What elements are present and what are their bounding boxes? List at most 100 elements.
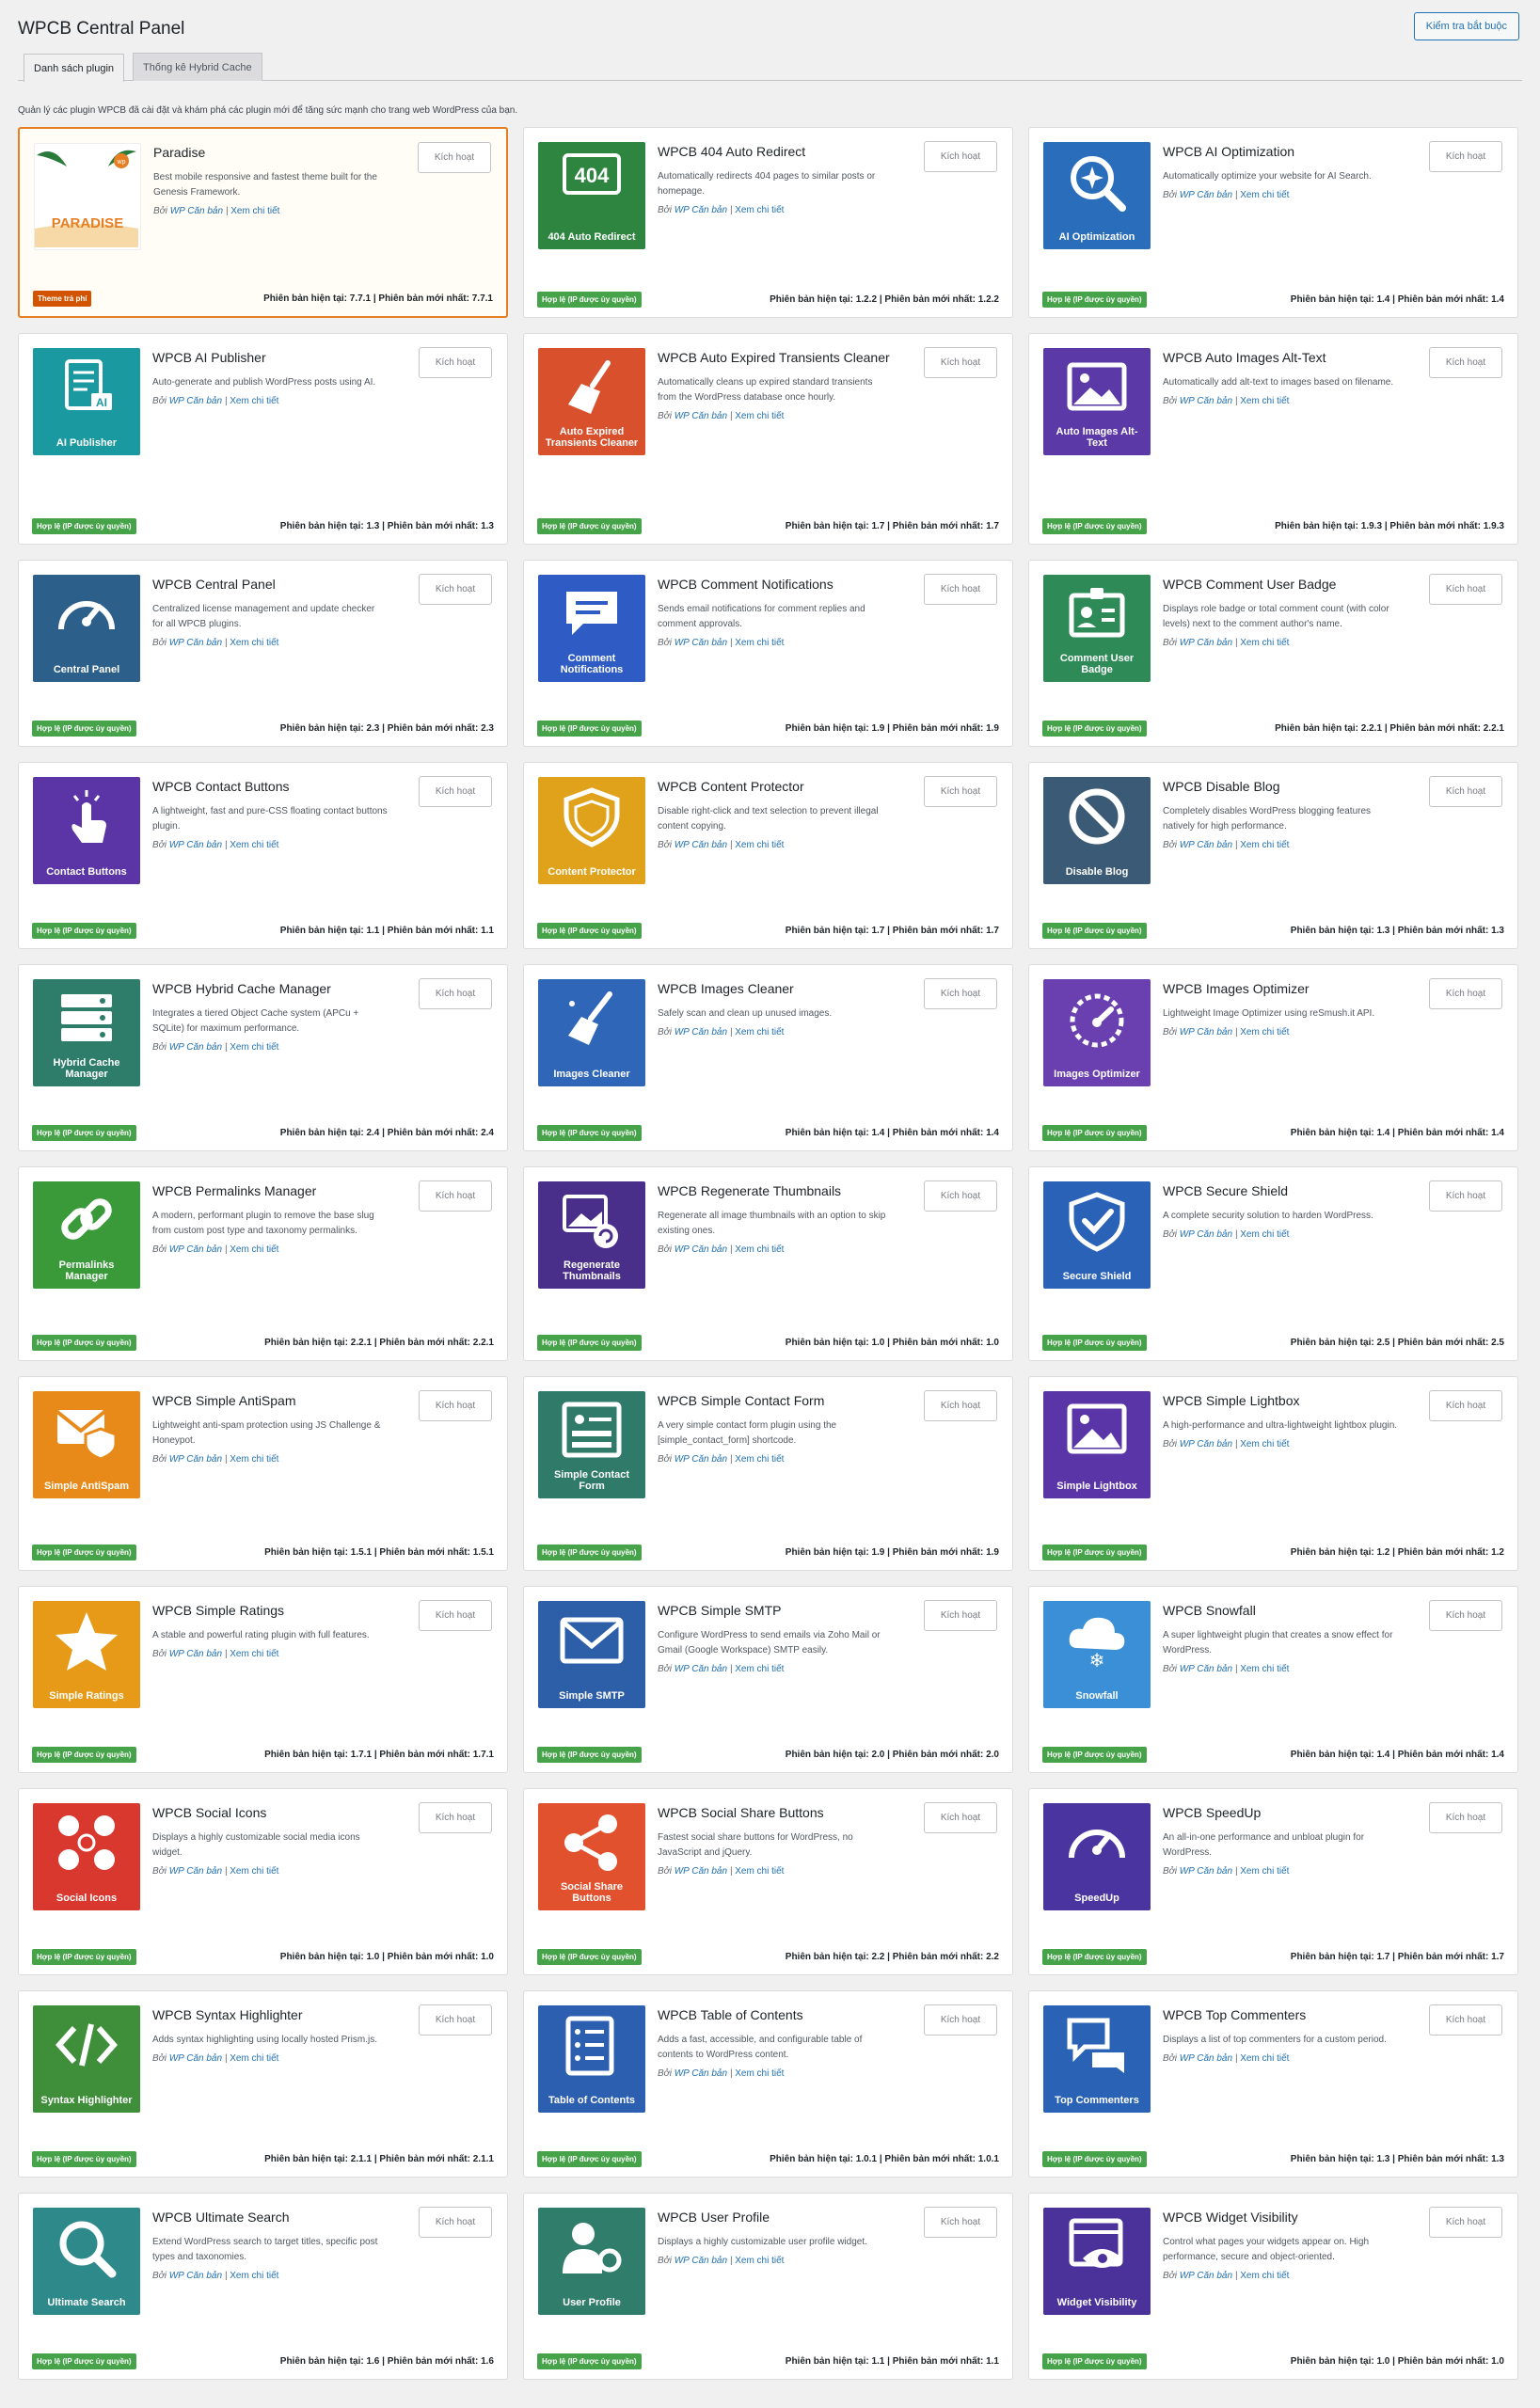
details-link[interactable]: Xem chi tiết	[230, 396, 278, 406]
author-link[interactable]: WP Căn bản	[1180, 396, 1232, 406]
author-link[interactable]: WP Căn bản	[675, 638, 727, 648]
details-link[interactable]: Xem chi tiết	[735, 840, 784, 850]
author-link[interactable]: WP Căn bản	[1180, 1664, 1232, 1674]
activate-button[interactable]: Kích hoạt	[1429, 2207, 1502, 2238]
activate-button[interactable]: Kích hoạt	[419, 2207, 492, 2238]
activate-button[interactable]: Kích hoạt	[1429, 141, 1502, 172]
activate-button[interactable]: Kích hoạt	[419, 1600, 492, 1631]
details-link[interactable]: Xem chi tiết	[1240, 1229, 1289, 1240]
activate-button[interactable]: Kích hoạt	[1429, 347, 1502, 378]
activate-button[interactable]: Kích hoạt	[1429, 1802, 1502, 1833]
author-link[interactable]: WP Căn bản	[169, 2053, 222, 2064]
activate-button[interactable]: Kích hoạt	[924, 2004, 997, 2036]
author-link[interactable]: WP Căn bản	[1180, 190, 1232, 200]
activate-button[interactable]: Kích hoạt	[924, 141, 997, 172]
details-link[interactable]: Xem chi tiết	[735, 1866, 784, 1877]
author-link[interactable]: WP Căn bản	[675, 205, 727, 215]
activate-button[interactable]: Kích hoạt	[1429, 1600, 1502, 1631]
author-link[interactable]: WP Căn bản	[169, 2271, 222, 2281]
author-link[interactable]: WP Căn bản	[675, 1244, 727, 1255]
activate-button[interactable]: Kích hoạt	[924, 776, 997, 807]
activate-button[interactable]: Kích hoạt	[419, 1390, 492, 1421]
author-link[interactable]: WP Căn bản	[169, 1042, 222, 1053]
author-link[interactable]: WP Căn bản	[1180, 2271, 1232, 2281]
details-link[interactable]: Xem chi tiết	[735, 2256, 784, 2266]
activate-button[interactable]: Kích hoạt	[1429, 1390, 1502, 1421]
activate-button[interactable]: Kích hoạt	[418, 142, 491, 173]
activate-button[interactable]: Kích hoạt	[924, 1180, 997, 1212]
author-link[interactable]: WP Căn bản	[675, 840, 727, 850]
activate-button[interactable]: Kích hoạt	[924, 347, 997, 378]
activate-button[interactable]: Kích hoạt	[924, 2207, 997, 2238]
details-link[interactable]: Xem chi tiết	[1240, 840, 1289, 850]
author-link[interactable]: WP Căn bản	[675, 2256, 727, 2266]
details-link[interactable]: Xem chi tiết	[230, 638, 278, 648]
author-link[interactable]: WP Căn bản	[1180, 1439, 1232, 1450]
details-link[interactable]: Xem chi tiết	[230, 206, 279, 216]
details-link[interactable]: Xem chi tiết	[230, 1244, 278, 1255]
details-link[interactable]: Xem chi tiết	[735, 205, 784, 215]
details-link[interactable]: Xem chi tiết	[1240, 2053, 1289, 2064]
author-link[interactable]: WP Căn bản	[1180, 1866, 1232, 1877]
activate-button[interactable]: Kích hoạt	[419, 2004, 492, 2036]
details-link[interactable]: Xem chi tiết	[1240, 1027, 1289, 1038]
author-link[interactable]: WP Căn bản	[1180, 840, 1232, 850]
activate-button[interactable]: Kích hoạt	[419, 1180, 492, 1212]
author-link[interactable]: WP Căn bản	[169, 1649, 222, 1659]
author-link[interactable]: WP Căn bản	[675, 411, 727, 421]
activate-button[interactable]: Kích hoạt	[924, 1390, 997, 1421]
author-link[interactable]: WP Căn bản	[170, 206, 223, 216]
author-link[interactable]: WP Căn bản	[675, 2068, 727, 2079]
details-link[interactable]: Xem chi tiết	[230, 840, 278, 850]
details-link[interactable]: Xem chi tiết	[735, 2068, 784, 2079]
author-link[interactable]: WP Căn bản	[1180, 638, 1232, 648]
details-link[interactable]: Xem chi tiết	[1240, 1439, 1289, 1450]
activate-button[interactable]: Kích hoạt	[924, 574, 997, 605]
activate-button[interactable]: Kích hoạt	[1429, 978, 1502, 1009]
details-link[interactable]: Xem chi tiết	[230, 2053, 278, 2064]
activate-button[interactable]: Kích hoạt	[1429, 574, 1502, 605]
author-link[interactable]: WP Căn bản	[675, 1866, 727, 1877]
activate-button[interactable]: Kích hoạt	[419, 776, 492, 807]
details-link[interactable]: Xem chi tiết	[735, 411, 784, 421]
details-link[interactable]: Xem chi tiết	[735, 1664, 784, 1674]
details-link[interactable]: Xem chi tiết	[1240, 2271, 1289, 2281]
activate-button[interactable]: Kích hoạt	[1429, 776, 1502, 807]
activate-button[interactable]: Kích hoạt	[924, 1600, 997, 1631]
activate-button[interactable]: Kích hoạt	[419, 347, 492, 378]
author-link[interactable]: WP Căn bản	[169, 396, 222, 406]
activate-button[interactable]: Kích hoạt	[924, 1802, 997, 1833]
author-link[interactable]: WP Căn bản	[169, 1244, 222, 1255]
details-link[interactable]: Xem chi tiết	[1240, 1664, 1289, 1674]
details-link[interactable]: Xem chi tiết	[1240, 1866, 1289, 1877]
details-link[interactable]: Xem chi tiết	[1240, 638, 1289, 648]
author-link[interactable]: WP Căn bản	[169, 1454, 222, 1465]
tab-hybrid-cache-stats[interactable]: Thống kê Hybrid Cache	[133, 53, 262, 81]
details-link[interactable]: Xem chi tiết	[230, 1042, 278, 1053]
author-link[interactable]: WP Căn bản	[169, 840, 222, 850]
author-link[interactable]: WP Căn bản	[675, 1454, 727, 1465]
details-link[interactable]: Xem chi tiết	[735, 638, 784, 648]
check-button[interactable]: Kiểm tra bắt buộc	[1413, 12, 1519, 40]
details-link[interactable]: Xem chi tiết	[735, 1027, 784, 1038]
author-link[interactable]: WP Căn bản	[169, 1866, 222, 1877]
author-link[interactable]: WP Căn bản	[169, 638, 222, 648]
author-link[interactable]: WP Căn bản	[1180, 1027, 1232, 1038]
author-link[interactable]: WP Căn bản	[675, 1027, 727, 1038]
details-link[interactable]: Xem chi tiết	[735, 1454, 784, 1465]
details-link[interactable]: Xem chi tiết	[230, 1454, 278, 1465]
details-link[interactable]: Xem chi tiết	[1240, 396, 1289, 406]
author-link[interactable]: WP Căn bản	[1180, 2053, 1232, 2064]
activate-button[interactable]: Kích hoạt	[419, 978, 492, 1009]
details-link[interactable]: Xem chi tiết	[230, 1866, 278, 1877]
author-link[interactable]: WP Căn bản	[1180, 1229, 1232, 1240]
activate-button[interactable]: Kích hoạt	[419, 1802, 492, 1833]
activate-button[interactable]: Kích hoạt	[924, 978, 997, 1009]
details-link[interactable]: Xem chi tiết	[230, 2271, 278, 2281]
details-link[interactable]: Xem chi tiết	[230, 1649, 278, 1659]
activate-button[interactable]: Kích hoạt	[1429, 1180, 1502, 1212]
tab-plugin-list[interactable]: Danh sách plugin	[24, 54, 125, 82]
author-link[interactable]: WP Căn bản	[675, 1664, 727, 1674]
details-link[interactable]: Xem chi tiết	[735, 1244, 784, 1255]
activate-button[interactable]: Kích hoạt	[1429, 2004, 1502, 2036]
